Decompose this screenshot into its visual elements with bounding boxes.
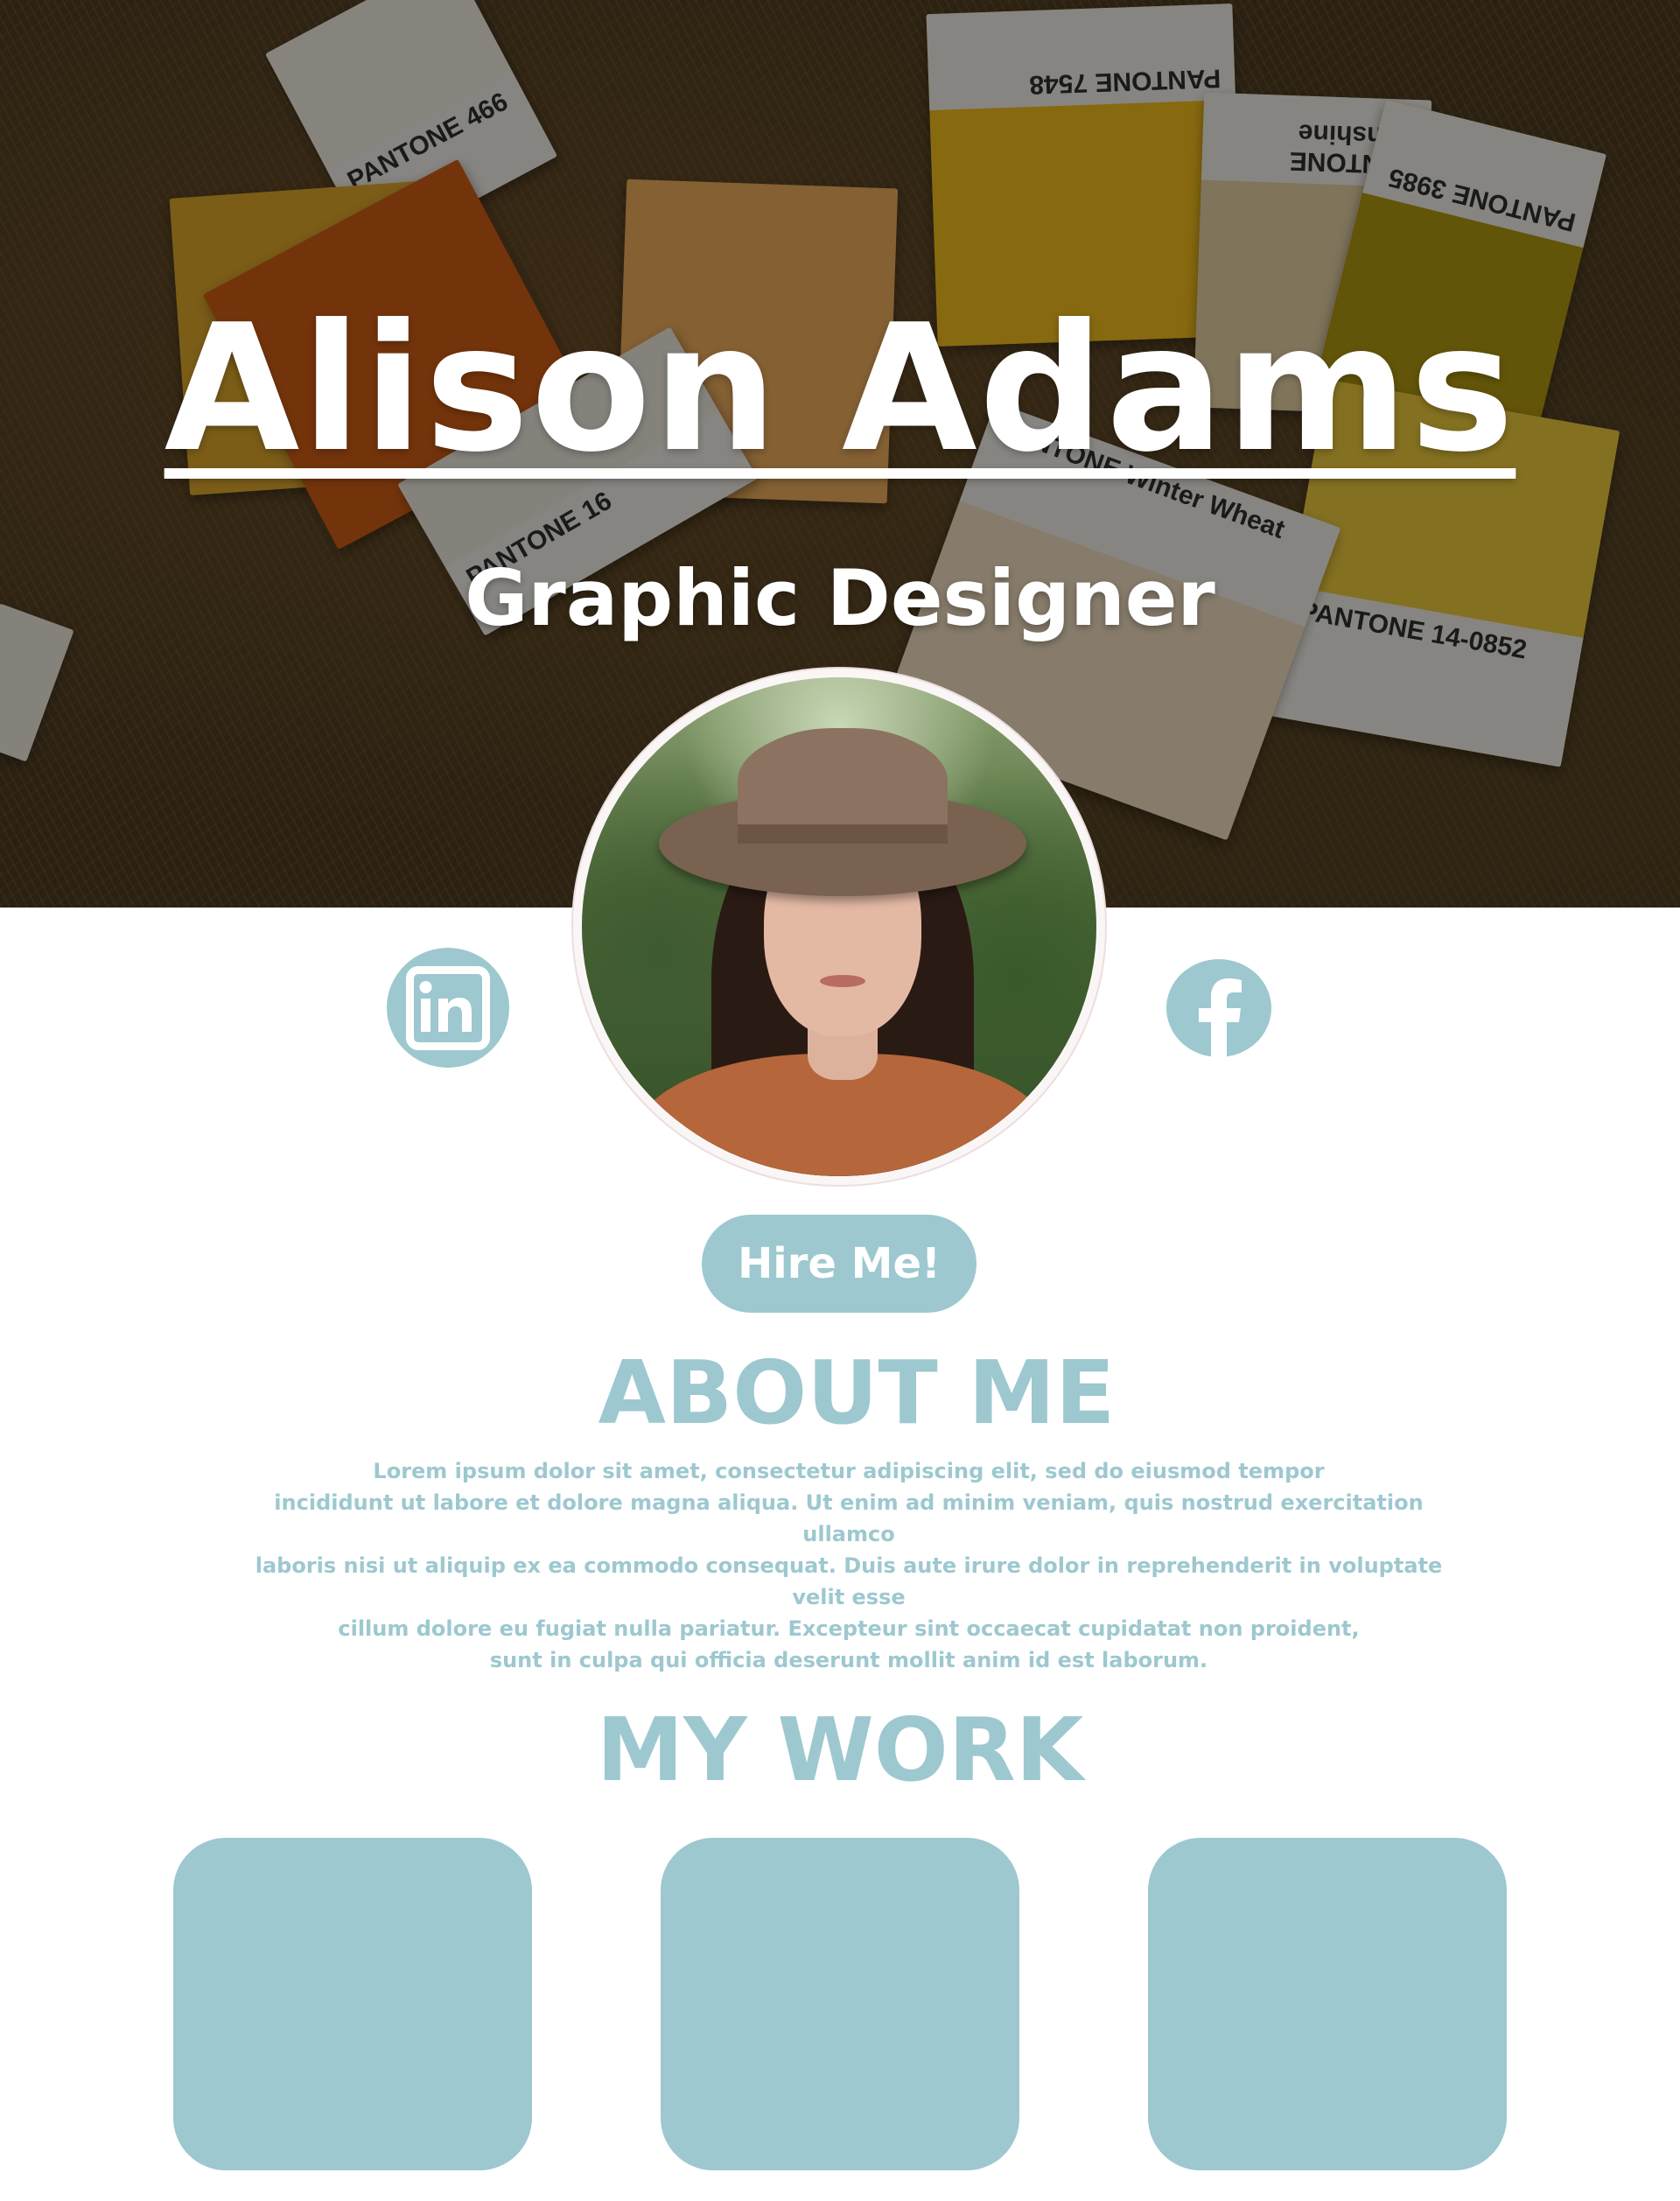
facebook-icon (1199, 978, 1242, 1057)
about-line: incididunt ut labore et dolore magna ali… (274, 1490, 1424, 1546)
about-line: Lorem ipsum dolor sit amet, consectetur … (373, 1459, 1325, 1483)
about-line: laboris nisi ut aliquip ex ea commodo co… (255, 1553, 1443, 1609)
avatar (573, 669, 1105, 1185)
work-tile[interactable] (661, 1838, 1019, 2170)
work-tile[interactable] (173, 1838, 532, 2170)
job-title: Graphic Designer (465, 553, 1215, 643)
about-line: sunt in culpa qui officia deserunt molli… (489, 1648, 1208, 1672)
avatar-lips (820, 975, 865, 987)
page-title: Alison Adams (164, 287, 1516, 491)
linkedin-icon (406, 965, 490, 1050)
avatar-hat-band (738, 824, 948, 844)
facebook-link[interactable] (1166, 959, 1271, 1057)
hire-me-button[interactable]: Hire Me! (702, 1215, 976, 1313)
about-line: cillum dolore eu fugiat nulla pariatur. … (338, 1616, 1360, 1641)
linkedin-link[interactable] (387, 948, 509, 1068)
work-heading: MY WORK (596, 1699, 1084, 1801)
about-paragraph: Lorem ipsum dolor sit amet, consectetur … (228, 1455, 1470, 1676)
about-heading: ABOUT ME (598, 1342, 1116, 1444)
work-tile[interactable] (1148, 1838, 1507, 2170)
